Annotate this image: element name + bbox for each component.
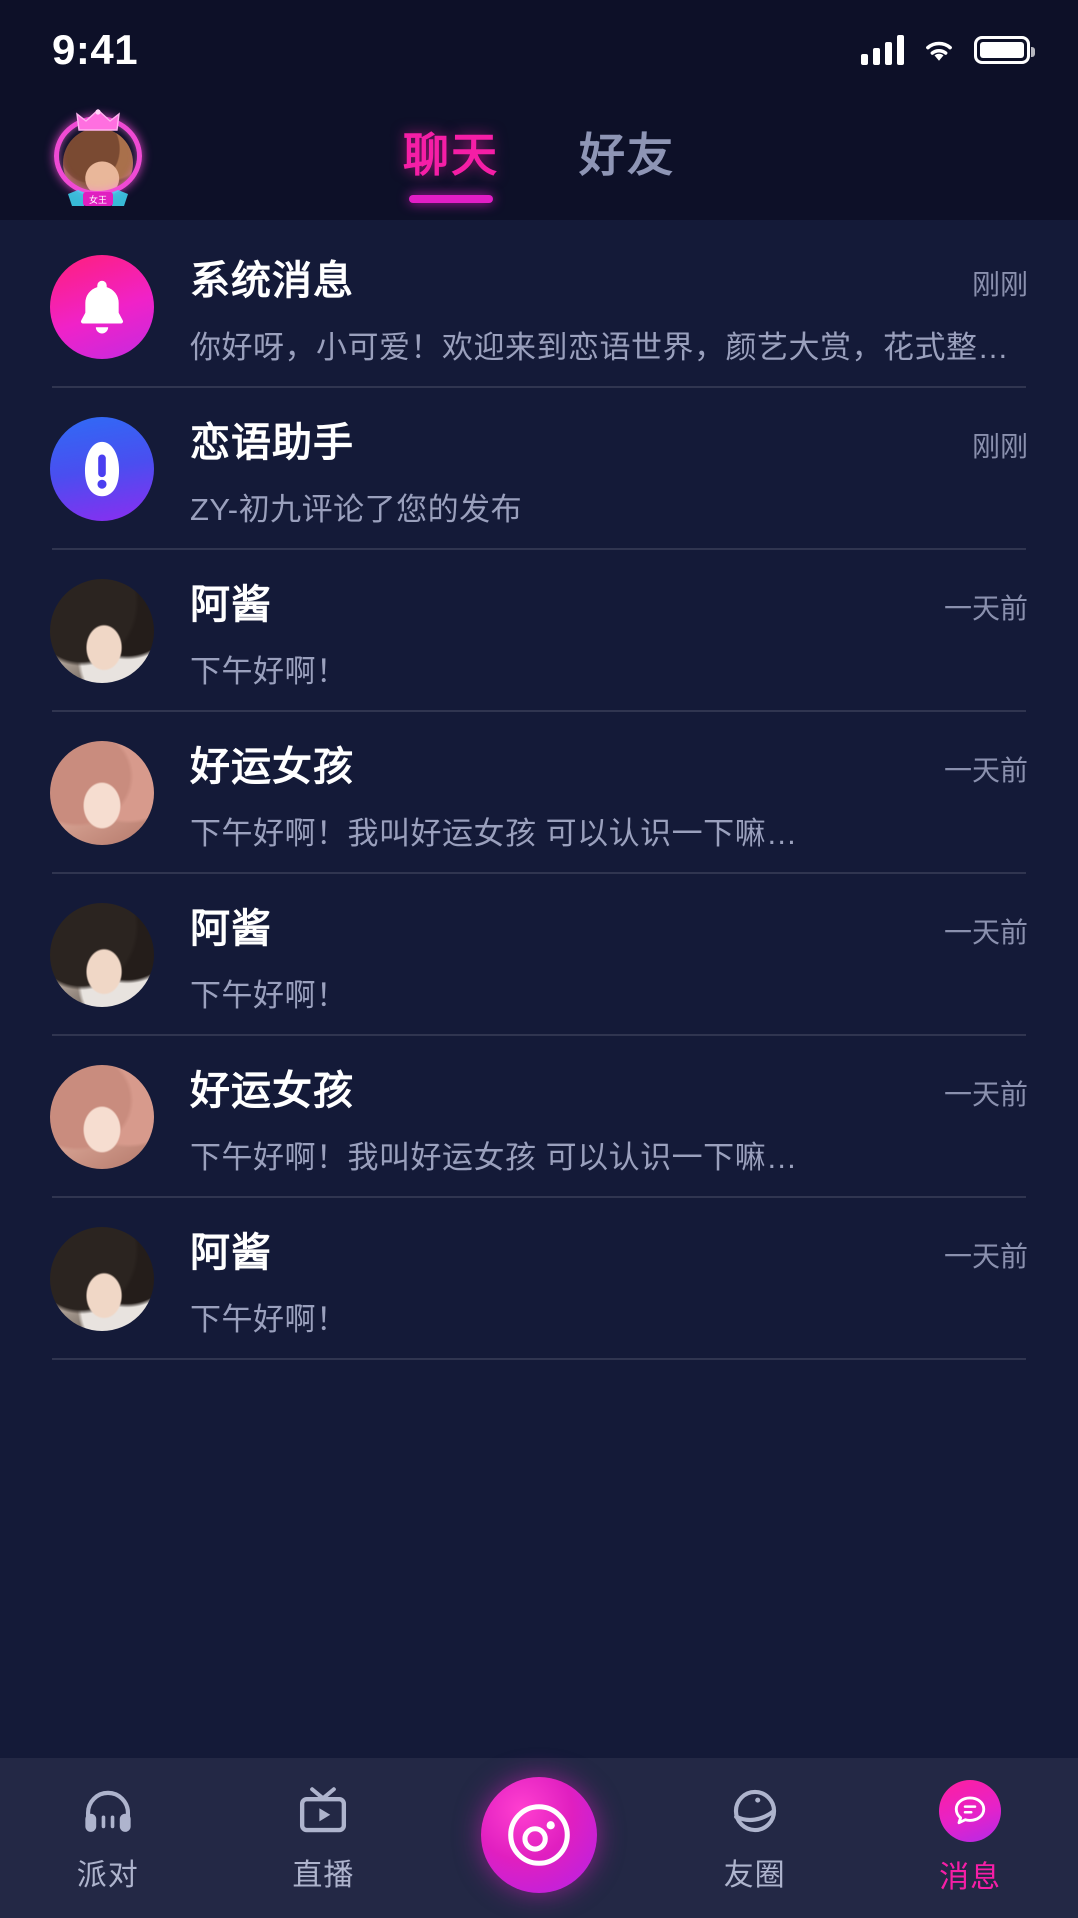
chat-item-header: 阿酱 一天前 (190, 896, 1028, 954)
chat-item-body: 阿酱 一天前下午好啊！ (190, 1220, 1028, 1339)
chat-preview: 你好呀，小可爱！欢迎来到恋语世界，颜艺大赏，花式整蛊… (190, 329, 1028, 365)
chat-item-header: 好运女孩 一天前 (190, 1058, 1028, 1116)
headphones-icon (85, 1790, 131, 1832)
chat-avatar[interactable] (50, 417, 154, 521)
bottom-navigation: 派对 直播 友圈 消息 (0, 1758, 1078, 1918)
chat-item-body: 阿酱 一天前下午好啊！ (190, 896, 1028, 1015)
message-bubble-icon (939, 1780, 1002, 1842)
nav-item-create[interactable] (431, 1758, 647, 1918)
tv-play-icon (300, 1787, 347, 1833)
profile-badge-icon: 女王 (68, 190, 128, 206)
chat-preview: 下午好啊！我叫好运女孩 可以认识一下嘛… (190, 1139, 798, 1175)
chat-name: 恋语助手 (190, 420, 354, 465)
chat-avatar[interactable] (50, 255, 154, 359)
chat-name: 好运女孩 (190, 1068, 354, 1113)
chat-item-header: 系统消息 刚刚 (190, 248, 1028, 306)
nav-label-moments: 友圈 (723, 1859, 786, 1892)
cellular-signal-icon (861, 35, 904, 65)
chat-name: 阿酱 (190, 582, 272, 627)
chat-name: 阿酱 (190, 1230, 272, 1275)
chat-timestamp: 刚刚 (971, 430, 1028, 462)
nav-item-live[interactable]: 直播 (216, 1758, 432, 1918)
chat-avatar[interactable] (50, 579, 154, 683)
chat-timestamp: 刚刚 (971, 268, 1028, 300)
nav-label-messages: 消息 (939, 1861, 1002, 1894)
chat-timestamp: 一天前 (943, 916, 1028, 948)
chat-avatar[interactable] (50, 741, 154, 845)
tab-chat[interactable]: 聊天 (403, 119, 499, 201)
chat-timestamp: 一天前 (943, 754, 1028, 786)
chat-list-item[interactable]: 恋语助手 刚刚 ZY-初九评论了您的发布 (0, 388, 1078, 550)
wifi-icon (926, 41, 952, 61)
chat-item-header: 恋语助手 刚刚 (190, 410, 1028, 468)
chat-avatar[interactable] (50, 1065, 154, 1169)
speech-bubble-glyph (954, 1796, 986, 1825)
chat-item-body: 恋语助手 刚刚 ZY-初九评论了您的发布 (190, 410, 1028, 529)
chat-item-header: 好运女孩 一天前 (190, 734, 1028, 792)
chat-list[interactable]: 系统消息 刚刚 你好呀，小可爱！欢迎来到恋语世界，颜艺大赏，花式整蛊… 恋语助手 刚刚 Z… (0, 220, 1078, 1758)
tab-friends[interactable]: 好友 (579, 119, 675, 201)
chat-preview: 下午好啊！ (190, 653, 348, 689)
status-bar: 9:41 (0, 0, 1078, 100)
chat-item-body: 系统消息 刚刚你好呀，小可爱！欢迎来到恋语世界，颜艺大赏，花式整蛊… (190, 248, 1028, 367)
create-button[interactable] (480, 1777, 597, 1893)
chat-timestamp: 一天前 (943, 1078, 1028, 1110)
battery-icon (974, 36, 1035, 64)
chat-name: 好运女孩 (190, 744, 354, 789)
camera-record-icon (508, 1804, 570, 1866)
chat-name: 阿酱 (190, 906, 272, 951)
status-icons (861, 35, 1035, 65)
chat-preview: 下午好啊！ (190, 1301, 348, 1337)
header-tabs: 聊天 好友 (0, 119, 1078, 201)
app-screen: 9:41 女王 聊天 好友 系统消息 刚刚 你好呀，小可爱！欢迎来到恋语世界，颜… (0, 0, 1078, 1918)
chat-item-body: 好运女孩 一天前下午好啊！我叫好运女孩 可以认识一下嘛… (190, 1058, 1028, 1177)
chat-list-item[interactable]: 阿酱 一天前下午好啊！ (0, 550, 1078, 712)
chat-timestamp: 一天前 (943, 1240, 1028, 1272)
nav-item-party[interactable]: 派对 (0, 1758, 216, 1918)
status-time: 9:41 (52, 26, 139, 73)
chat-timestamp: 一天前 (943, 592, 1028, 624)
chat-name: 系统消息 (190, 258, 354, 303)
app-header: 女王 聊天 好友 (0, 100, 1078, 220)
chat-preview: 下午好啊！我叫好运女孩 可以认识一下嘛… (190, 815, 798, 851)
planet-icon (733, 1789, 776, 1833)
nav-item-moments[interactable]: 友圈 (647, 1758, 863, 1918)
nav-label-party: 派对 (76, 1859, 139, 1892)
chat-item-body: 好运女孩 一天前下午好啊！我叫好运女孩 可以认识一下嘛… (190, 734, 1028, 853)
chat-list-item[interactable]: 阿酱 一天前下午好啊！ (0, 1198, 1078, 1360)
chat-list-item[interactable]: 好运女孩 一天前下午好啊！我叫好运女孩 可以认识一下嘛… (0, 712, 1078, 874)
nav-item-messages[interactable]: 消息 (862, 1758, 1078, 1918)
svg-text:女王: 女王 (89, 194, 107, 206)
bell-icon (80, 280, 124, 334)
profile-avatar[interactable]: 女王 (52, 109, 144, 206)
chat-avatar[interactable] (50, 1227, 154, 1331)
chat-item-header: 阿酱 一天前 (190, 1220, 1028, 1278)
chat-preview: 下午好啊！ (190, 977, 348, 1013)
chat-list-item[interactable]: 好运女孩 一天前下午好啊！我叫好运女孩 可以认识一下嘛… (0, 1036, 1078, 1198)
nav-label-live: 直播 (292, 1859, 355, 1892)
crown-icon (76, 109, 120, 131)
chat-avatar[interactable] (50, 903, 154, 1007)
exclamation-icon (84, 441, 120, 497)
chat-list-item[interactable]: 阿酱 一天前下午好啊！ (0, 874, 1078, 1036)
chat-item-body: 阿酱 一天前下午好啊！ (190, 572, 1028, 691)
chat-preview: ZY-初九评论了您的发布 (190, 491, 523, 527)
chat-item-header: 阿酱 一天前 (190, 572, 1028, 630)
chat-list-item[interactable]: 系统消息 刚刚你好呀，小可爱！欢迎来到恋语世界，颜艺大赏，花式整蛊… (0, 226, 1078, 388)
